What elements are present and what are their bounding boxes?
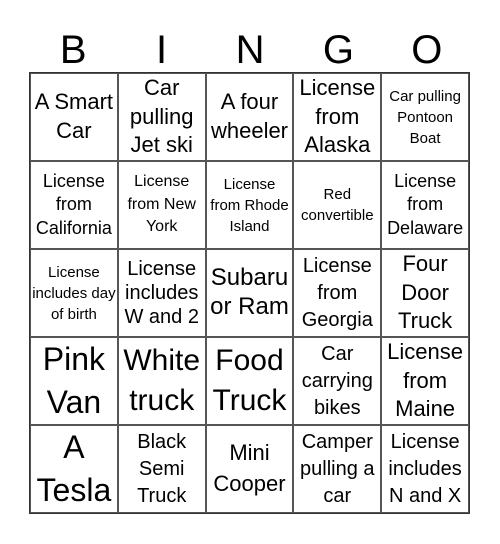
header-letter-n: N xyxy=(235,28,265,72)
bingo-cell[interactable]: White truck xyxy=(117,337,206,425)
header-letter-i: I xyxy=(156,28,168,72)
bingo-cell[interactable]: License from California xyxy=(30,161,118,249)
bingo-cell[interactable]: Mini Cooper xyxy=(205,425,294,513)
bingo-cell[interactable]: A four wheeler xyxy=(205,73,294,161)
bingo-cell[interactable]: License from Delaware xyxy=(381,161,469,249)
bingo-cell[interactable]: License from Maine xyxy=(381,337,469,425)
bingo-cell[interactable]: Car pulling Pontoon Boat xyxy=(381,73,469,161)
bingo-cell[interactable]: License from New York xyxy=(117,161,206,249)
bingo-cell[interactable]: Red convertible xyxy=(293,161,382,249)
bingo-cell[interactable]: Black Semi Truck xyxy=(117,425,206,513)
bingo-cell[interactable]: License from Alaska xyxy=(293,73,382,161)
bingo-cell[interactable]: License includes day of birth xyxy=(30,249,118,337)
bingo-cell[interactable]: License from Georgia xyxy=(293,249,382,337)
bingo-card-grid: A Smart Car Car pulling Jet ski A four w… xyxy=(29,72,470,514)
header-letter-b: B xyxy=(59,28,87,72)
header-letter-o: O xyxy=(411,28,443,72)
bingo-cell[interactable]: Car pulling Jet ski xyxy=(117,73,206,161)
header-letter-g: G xyxy=(322,28,354,72)
bingo-cell[interactable]: License from Rhode Island xyxy=(205,161,294,249)
bingo-cell[interactable]: Food Truck xyxy=(205,337,294,425)
bingo-header: B I N G O xyxy=(29,28,471,72)
bingo-cell[interactable]: Subaru or Ram xyxy=(205,249,294,337)
bingo-cell[interactable]: License includes W and 2 xyxy=(117,249,206,337)
bingo-cell[interactable]: Four Door Truck xyxy=(381,249,469,337)
bingo-cell[interactable]: License includes N and X xyxy=(381,425,469,513)
bingo-cell[interactable]: Pink Van xyxy=(30,337,118,425)
bingo-cell[interactable]: A Smart Car xyxy=(30,73,118,161)
bingo-cell[interactable]: Car carrying bikes xyxy=(293,337,382,425)
bingo-cell[interactable]: A Tesla xyxy=(30,425,118,513)
bingo-cell[interactable]: Camper pulling a car xyxy=(293,425,382,513)
